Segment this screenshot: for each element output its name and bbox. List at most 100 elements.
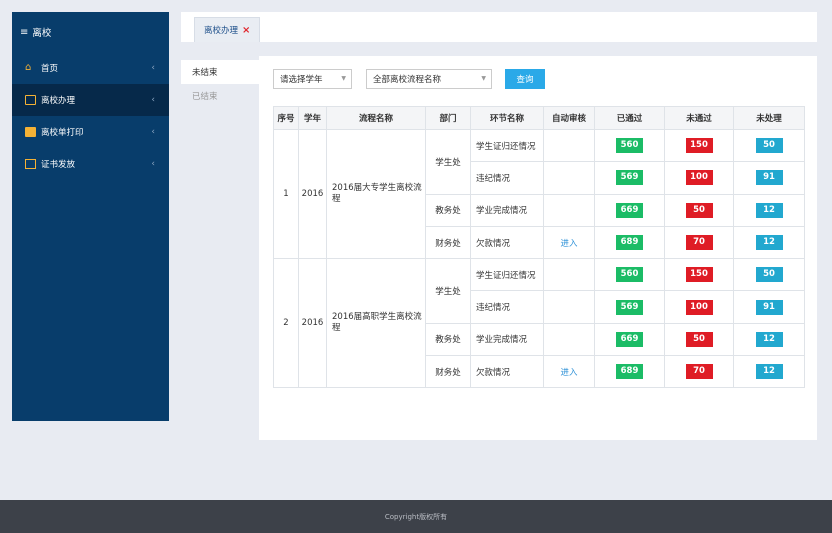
cell-passed: 669 xyxy=(594,193,665,227)
cell-passed: 689 xyxy=(594,355,665,389)
cell-failed: 50 xyxy=(664,322,734,357)
cell-pending: 50 xyxy=(733,258,805,292)
row-index: 2 xyxy=(273,258,299,389)
cell-failed: 100 xyxy=(664,161,734,195)
enter-link[interactable]: 进入 xyxy=(560,239,577,249)
failed-badge[interactable]: 100 xyxy=(685,170,713,186)
sidebar-item-certificate[interactable]: 证书发放 ‹ xyxy=(12,148,169,180)
copyright-text: Copyright版权所有 xyxy=(384,512,448,521)
chevron-left-icon: ‹ xyxy=(151,95,155,105)
row-auto xyxy=(543,161,595,195)
printer-icon xyxy=(25,127,36,137)
year-select[interactable]: 请选择学年 ▼ xyxy=(273,69,352,89)
sidebar-item-label: 首页 xyxy=(41,64,59,74)
cell-failed: 70 xyxy=(664,225,734,260)
row-step: 欠款情况 xyxy=(470,225,544,260)
row-step: 学生证归还情况 xyxy=(470,258,544,292)
passed-badge[interactable]: 669 xyxy=(616,202,643,218)
passed-badge[interactable]: 569 xyxy=(616,170,643,186)
sidebar-item-label: 证书发放 xyxy=(41,160,76,170)
table-header-row: 序号 学年 流程名称 部门 环节名称 自动审核 已通过 未通过 未处理 xyxy=(273,106,805,130)
col-header: 未通过 xyxy=(664,106,734,130)
cell-passed: 560 xyxy=(594,128,665,163)
row-step: 违纪情况 xyxy=(470,161,544,195)
cell-failed: 70 xyxy=(664,355,734,389)
box-icon xyxy=(25,95,36,105)
sidebar-item-home[interactable]: ⌂ 首页 ‹ xyxy=(12,52,169,84)
filter-bar: 请选择学年 ▼ 全部离校流程名称 ▼ 查询 xyxy=(273,69,545,89)
failed-badge[interactable]: 70 xyxy=(685,364,713,380)
row-step: 欠款情况 xyxy=(470,355,544,389)
query-button[interactable]: 查询 xyxy=(505,69,545,89)
pending-badge[interactable]: 12 xyxy=(755,364,783,380)
pending-badge[interactable]: 91 xyxy=(755,170,783,186)
cell-pending: 12 xyxy=(733,322,805,357)
sidebar-title: ≡ 离校 xyxy=(12,12,169,52)
enter-link[interactable]: 进入 xyxy=(560,368,577,378)
failed-badge[interactable]: 50 xyxy=(685,202,713,218)
sidebar: ≡ 离校 ⌂ 首页 ‹ 离校办理 ‹ 离校单打印 ‹ 证书发放 ‹ xyxy=(12,12,169,421)
pending-badge[interactable]: 50 xyxy=(755,138,783,154)
cell-pending: 12 xyxy=(733,193,805,227)
pending-badge[interactable]: 91 xyxy=(755,299,783,315)
process-table: 序号 学年 流程名称 部门 环节名称 自动审核 已通过 未通过 未处理 1 20… xyxy=(273,106,805,389)
row-dept: 教务处 xyxy=(425,193,471,227)
passed-badge[interactable]: 689 xyxy=(616,364,643,380)
tab-leave-process[interactable]: 离校办理 × xyxy=(194,17,261,42)
cell-passed: 569 xyxy=(594,290,665,324)
col-header: 已通过 xyxy=(594,106,665,130)
caret-down-icon: ▼ xyxy=(341,75,346,82)
col-header: 环节名称 xyxy=(470,106,544,130)
failed-badge[interactable]: 150 xyxy=(685,138,713,154)
main-panel: 请选择学年 ▼ 全部离校流程名称 ▼ 查询 序号 学年 流程名称 部门 环节名称… xyxy=(259,56,817,440)
row-auto xyxy=(543,258,595,292)
row-auto xyxy=(543,290,595,324)
tab-label: 离校办理 xyxy=(204,26,239,36)
subnav-unfinished[interactable]: 未结束 xyxy=(181,60,259,84)
cell-failed: 150 xyxy=(664,128,734,163)
cell-pending: 91 xyxy=(733,161,805,195)
col-header: 学年 xyxy=(298,106,327,130)
cell-passed: 689 xyxy=(594,225,665,260)
chevron-left-icon: ‹ xyxy=(151,127,155,137)
flow-select-value: 全部离校流程名称 xyxy=(373,75,442,85)
row-auto xyxy=(543,193,595,227)
sidebar-item-label: 离校办理 xyxy=(41,96,76,106)
sidebar-item-label: 离校单打印 xyxy=(41,128,84,138)
cell-failed: 100 xyxy=(664,290,734,324)
cell-passed: 569 xyxy=(594,161,665,195)
passed-badge[interactable]: 569 xyxy=(616,299,643,315)
pending-badge[interactable]: 12 xyxy=(755,202,783,218)
pending-badge[interactable]: 12 xyxy=(755,235,783,251)
passed-badge[interactable]: 560 xyxy=(616,267,643,283)
failed-badge[interactable]: 70 xyxy=(685,235,713,251)
cell-pending: 12 xyxy=(733,355,805,389)
col-header: 序号 xyxy=(273,106,299,130)
row-flow-name: 2016届高职学生离校流程 xyxy=(326,258,426,389)
flow-select[interactable]: 全部离校流程名称 ▼ xyxy=(366,69,492,89)
passed-badge[interactable]: 560 xyxy=(616,138,643,154)
table-row: 2 2016 2016届高职学生离校流程 学生处 学生证归还情况 560 150… xyxy=(273,258,805,389)
failed-badge[interactable]: 150 xyxy=(685,267,713,283)
passed-badge[interactable]: 669 xyxy=(616,331,643,347)
menu-icon[interactable]: ≡ xyxy=(20,27,28,38)
tab-bar: 离校办理 × xyxy=(181,12,817,42)
footer: Copyright版权所有 xyxy=(0,500,832,533)
row-auto: 进入 xyxy=(543,225,595,260)
row-step: 学生证归还情况 xyxy=(470,128,544,163)
subnav-finished[interactable]: 已结束 xyxy=(181,84,259,108)
pending-badge[interactable]: 12 xyxy=(755,331,783,347)
cell-pending: 50 xyxy=(733,128,805,163)
sidebar-item-print[interactable]: 离校单打印 ‹ xyxy=(12,116,169,148)
cell-failed: 50 xyxy=(664,193,734,227)
passed-badge[interactable]: 689 xyxy=(616,235,643,251)
row-index: 1 xyxy=(273,128,299,260)
failed-badge[interactable]: 100 xyxy=(685,299,713,315)
row-year: 2016 xyxy=(298,258,327,389)
pending-badge[interactable]: 50 xyxy=(755,267,783,283)
sidebar-item-leave-process[interactable]: 离校办理 ‹ xyxy=(12,84,169,116)
row-year: 2016 xyxy=(298,128,327,260)
failed-badge[interactable]: 50 xyxy=(685,331,713,347)
close-icon[interactable]: × xyxy=(242,25,250,36)
cell-passed: 669 xyxy=(594,322,665,357)
